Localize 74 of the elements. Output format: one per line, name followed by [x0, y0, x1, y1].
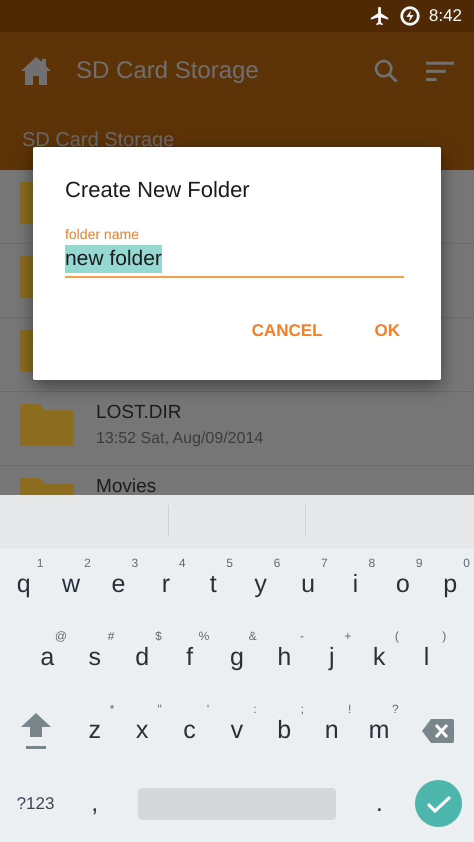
- keyboard-key[interactable]: l ): [402, 621, 450, 694]
- keyboard-key[interactable]: t 5: [190, 548, 237, 621]
- key-hint: ?: [392, 702, 399, 716]
- key-hint: %: [198, 629, 210, 643]
- keyboard-key[interactable]: a @: [24, 621, 72, 694]
- keyboard-key[interactable]: f %: [166, 621, 214, 694]
- keyboard-key[interactable]: z *: [71, 694, 118, 767]
- key-hint: ": [158, 702, 162, 716]
- key-hint: ': [206, 702, 210, 716]
- key-hint: @: [54, 629, 68, 643]
- shift-icon[interactable]: [18, 710, 52, 750]
- app-title: SD Card Storage: [76, 56, 259, 86]
- keyboard-key[interactable]: x ": [118, 694, 166, 767]
- clock-time: 8:42: [428, 5, 462, 28]
- backspace-icon[interactable]: [422, 718, 454, 742]
- enter-button[interactable]: [415, 780, 462, 827]
- keyboard-key[interactable]: n !: [308, 694, 356, 767]
- key-hint: 2: [84, 556, 91, 570]
- key-hint: &: [248, 629, 257, 643]
- key-hint: #: [108, 629, 114, 643]
- key-hint: ;: [300, 702, 304, 716]
- dialog-title: Create New Folder: [65, 176, 251, 204]
- folder-row[interactable]: LOST.DIR 13:52 Sat, Aug/09/2014: [0, 392, 474, 466]
- folder-icon: [20, 404, 74, 446]
- key-hint: ): [442, 629, 446, 643]
- folder-date: 13:52 Sat, Aug/09/2014: [96, 429, 264, 449]
- key-hint: 9: [416, 556, 423, 570]
- keyboard-key[interactable]: m ?: [355, 694, 403, 767]
- keyboard-key[interactable]: w 2: [47, 548, 95, 621]
- key-hint: *: [110, 702, 114, 716]
- key-hint: 3: [131, 556, 138, 570]
- key-hint: -: [300, 629, 304, 643]
- folder-name: Movies: [96, 476, 156, 495]
- home-icon[interactable]: [20, 56, 52, 86]
- keyboard-key[interactable]: k (: [355, 621, 403, 694]
- keyboard-key[interactable]: e 3: [94, 548, 142, 621]
- key-hint: $: [155, 629, 162, 643]
- key-hint: 5: [226, 556, 233, 570]
- keyboard-key[interactable]: .: [356, 767, 403, 840]
- keyboard-key[interactable]: o 9: [379, 548, 427, 621]
- check-icon: [426, 794, 452, 814]
- keyboard-key[interactable]: g &: [213, 621, 261, 694]
- keyboard-key[interactable]: c ': [166, 694, 214, 767]
- airplane-icon: [368, 5, 391, 27]
- keyboard-key[interactable]: r 4: [142, 548, 190, 621]
- symbols-key[interactable]: ?123: [16, 790, 54, 816]
- keyboard-key[interactable]: d $: [118, 621, 166, 694]
- key-hint: +: [344, 629, 352, 643]
- key-hint: 6: [274, 556, 280, 570]
- keyboard-key[interactable]: p 0: [426, 548, 474, 621]
- keyboard-key[interactable]: v :: [213, 694, 261, 767]
- data-saver-icon: [398, 5, 421, 27]
- keyboard-key[interactable]: s #: [71, 621, 118, 694]
- key-hint: :: [253, 702, 257, 716]
- key-hint: 8: [368, 556, 376, 570]
- keyboard-key[interactable]: j +: [308, 621, 356, 694]
- key-hint: 1: [36, 556, 44, 570]
- keyboard-key[interactable]: y 6: [236, 548, 284, 621]
- keyboard-key[interactable]: q 1: [0, 548, 48, 621]
- sort-icon[interactable]: [426, 59, 454, 83]
- keyboard-key[interactable]: ,: [71, 767, 118, 840]
- field-label: folder name: [65, 225, 140, 244]
- key-hint: (: [394, 629, 399, 643]
- folder-name: LOST.DIR: [96, 402, 183, 423]
- keyboard-key[interactable]: u 7: [284, 548, 332, 621]
- search-icon[interactable]: [372, 57, 400, 85]
- key-hint: 7: [321, 556, 328, 570]
- keyboard-key[interactable]: b ;: [260, 694, 308, 767]
- keyboard-key[interactable]: h -: [260, 621, 308, 694]
- keyboard-key[interactable]: i 8: [332, 548, 380, 621]
- folder-name-field[interactable]: new folder: [65, 245, 162, 273]
- key-hint: !: [348, 702, 352, 716]
- key-hint: 0: [463, 556, 470, 570]
- key-hint: 4: [178, 556, 186, 570]
